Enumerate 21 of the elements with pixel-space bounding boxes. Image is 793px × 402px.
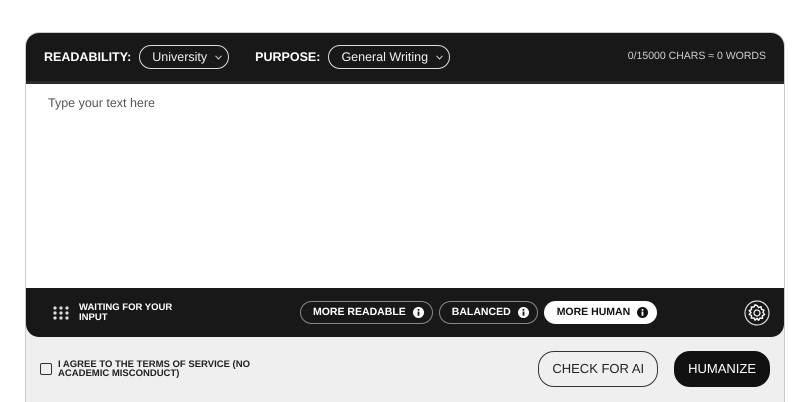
status-text: WAITING FOR YOUR INPUT [79, 303, 174, 322]
chevron-icon [436, 54, 444, 60]
agree-checkbox[interactable] [40, 363, 52, 375]
mode-toggle[interactable]: BALANCED [438, 300, 538, 324]
check-button[interactable]: CHECK FOR AI [538, 351, 658, 387]
select-label: READABILITY: [44, 48, 132, 66]
humanize-button[interactable]: HUMANIZE [674, 351, 770, 387]
text-input[interactable]: Type your text here [26, 84, 784, 288]
character-counter: 0/15000 CHARS ≈ 0 WORDS [628, 49, 766, 64]
mode-toggle[interactable]: MORE READABLE [300, 300, 433, 324]
info-icon [518, 307, 529, 318]
info-icon [412, 307, 424, 318]
dots-grid-icon [53, 306, 69, 320]
mode-toggle[interactable]: MORE HUMAN [544, 300, 658, 324]
settings-icon[interactable] [744, 300, 770, 326]
agree-label: I AGREE TO THE TERMS OF SERVICE (NO ACADEMIC MISCONDUCT) [58, 360, 251, 378]
info-icon [637, 307, 648, 318]
dropdown[interactable]: General Writing [328, 44, 450, 70]
chevron-icon [215, 54, 222, 60]
select-label: PURPOSE: [255, 48, 320, 66]
dropdown[interactable]: University [139, 44, 230, 70]
